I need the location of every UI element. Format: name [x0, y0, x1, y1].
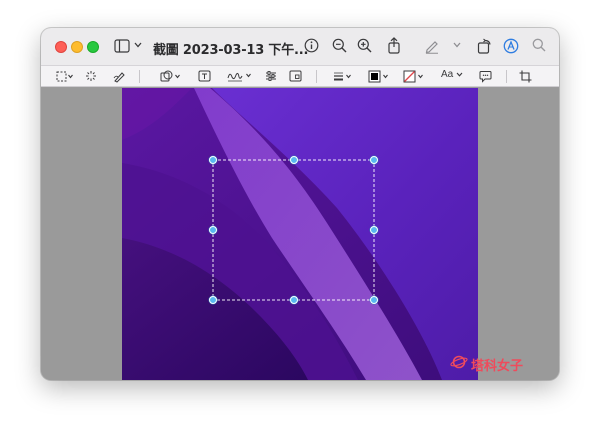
search-icon[interactable]	[532, 38, 546, 52]
markup-toolbar: Aa	[41, 66, 559, 87]
markup-icon[interactable]	[503, 38, 519, 54]
page-layout-icon[interactable]	[289, 70, 302, 82]
crop-icon[interactable]	[519, 70, 532, 83]
document-canvas	[41, 88, 559, 380]
text-style-icon[interactable]: Aa	[441, 69, 465, 80]
watermark-logo-icon	[450, 354, 468, 375]
shapes-icon[interactable]	[160, 70, 182, 83]
selection-frame[interactable]	[41, 88, 559, 380]
selection-handle[interactable]	[370, 226, 378, 234]
highlight-pen-icon[interactable]	[424, 38, 440, 54]
text-box-icon[interactable]	[198, 70, 211, 82]
selection-handle[interactable]	[209, 296, 217, 304]
signature-icon[interactable]	[227, 69, 253, 83]
window-title: 截圖 2023-03-13 下午...	[153, 43, 309, 58]
watermark-text: 塔科女子	[471, 359, 524, 374]
selection-handle[interactable]	[209, 226, 217, 234]
toolbar-separator	[139, 70, 140, 83]
zoom-button[interactable]	[87, 41, 99, 53]
title-bar: 截圖 2023-03-13 下午...	[41, 28, 559, 66]
sidebar-icon[interactable]	[114, 39, 130, 53]
minimize-button[interactable]	[71, 41, 83, 53]
rectangular-selection-icon[interactable]	[56, 71, 74, 82]
border-color-icon[interactable]	[368, 70, 390, 83]
toolbar-separator	[316, 70, 317, 83]
sketch-icon[interactable]	[113, 70, 126, 83]
toolbar-separator	[506, 70, 507, 83]
adjust-color-icon[interactable]	[265, 70, 277, 82]
selection-handle[interactable]	[290, 156, 298, 164]
selection-handle[interactable]	[370, 296, 378, 304]
fill-color-icon[interactable]	[403, 70, 425, 83]
selection-handle[interactable]	[370, 156, 378, 164]
selection-handle[interactable]	[290, 296, 298, 304]
border-style-icon[interactable]	[333, 70, 353, 82]
chevron-down-icon[interactable]	[134, 42, 142, 48]
rotate-icon[interactable]	[477, 38, 492, 54]
zoom-out-icon[interactable]	[332, 38, 347, 53]
close-button[interactable]	[55, 41, 67, 53]
share-icon[interactable]	[387, 37, 401, 54]
selection-handle[interactable]	[209, 156, 217, 164]
text-style-label: Aa	[441, 69, 454, 80]
instant-alpha-icon[interactable]	[85, 70, 97, 82]
watermark: 塔科女子	[450, 354, 523, 375]
info-icon[interactable]	[304, 38, 319, 53]
chevron-down-icon[interactable]	[453, 42, 461, 48]
zoom-in-icon[interactable]	[357, 38, 372, 53]
preview-window: 截圖 2023-03-13 下午... Aa	[41, 28, 559, 380]
comment-icon[interactable]	[479, 70, 492, 83]
